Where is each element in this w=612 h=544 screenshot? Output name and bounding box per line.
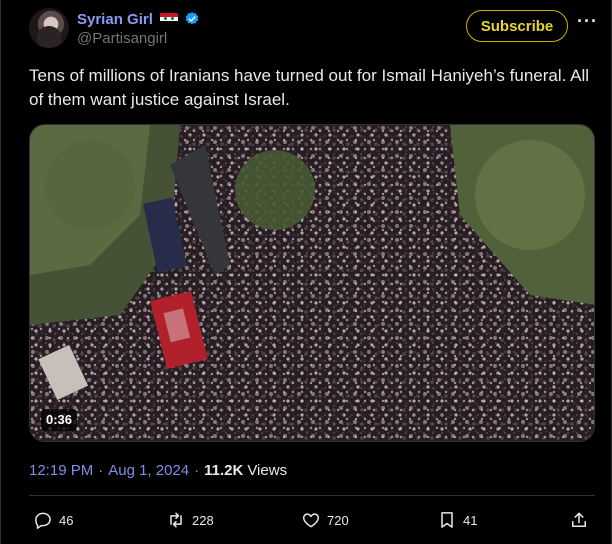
display-name[interactable]: Syrian Girl xyxy=(77,11,153,28)
repost-button[interactable]: 228 xyxy=(166,508,214,532)
tweet-card: Syrian Girl @Partisangirl Subscribe ··· … xyxy=(0,0,612,544)
author-handle[interactable]: @Partisangirl xyxy=(77,30,167,47)
heart-icon xyxy=(302,513,320,528)
post-time[interactable]: 12:19 PM xyxy=(29,462,93,479)
share-icon xyxy=(572,512,586,527)
share-button[interactable] xyxy=(569,508,589,532)
video-duration: 0:36 xyxy=(41,409,78,431)
author-name-row: Syrian Girl xyxy=(77,10,200,28)
reply-count: 46 xyxy=(59,512,74,528)
avatar[interactable] xyxy=(29,8,69,48)
meta-separator: · xyxy=(194,461,200,479)
repost-count: 228 xyxy=(192,512,214,528)
reply-icon xyxy=(35,512,51,529)
verified-badge-icon xyxy=(185,12,199,25)
tweet-meta: 12:19 PM · Aug 1, 2024 · 11.2K Views xyxy=(29,460,287,480)
more-options-icon[interactable]: ··· xyxy=(577,12,597,34)
syria-flag-icon xyxy=(159,13,178,25)
divider xyxy=(29,495,595,496)
video-player[interactable] xyxy=(29,124,595,442)
bookmark-icon xyxy=(441,512,453,528)
video-thumbnail xyxy=(30,125,594,441)
like-button[interactable]: 720 xyxy=(301,508,349,532)
views-label: Views xyxy=(247,461,288,479)
bookmark-button[interactable]: 41 xyxy=(437,508,477,532)
bookmark-count: 41 xyxy=(463,512,478,528)
repost-icon xyxy=(170,512,182,528)
tweet-text: Tens of millions of Iranians have turned… xyxy=(29,66,590,109)
subscribe-button[interactable]: Subscribe xyxy=(466,10,568,42)
post-date[interactable]: Aug 1, 2024 xyxy=(108,462,189,479)
reply-button[interactable]: 46 xyxy=(33,508,73,532)
meta-separator: · xyxy=(98,461,104,479)
like-count: 720 xyxy=(327,512,349,528)
views-count: 11.2K xyxy=(204,461,244,479)
